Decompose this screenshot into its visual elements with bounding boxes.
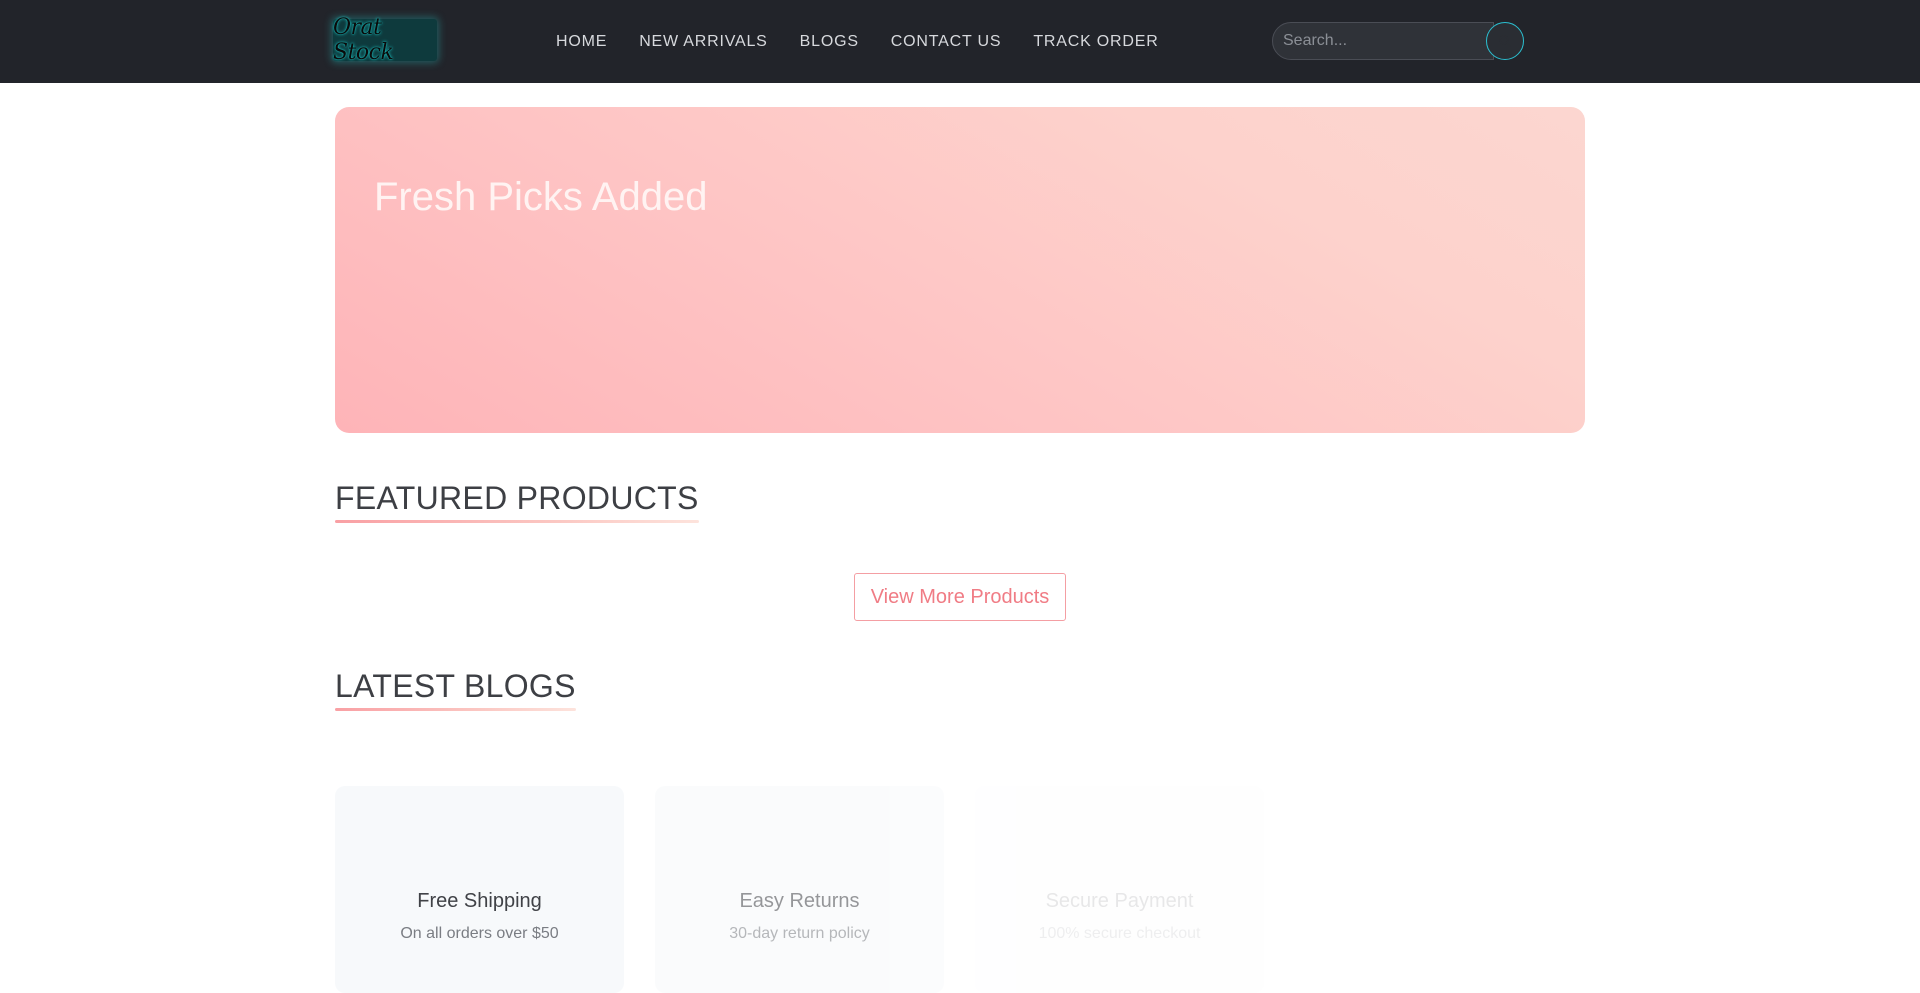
feature-card-easy-returns: Easy Returns 30-day return policy xyxy=(655,786,944,993)
search-icon xyxy=(1499,35,1512,48)
hero-banner: Fresh Picks Added xyxy=(335,107,1585,433)
top-navbar: Orat Stock HOME NEW ARRIVALS BLOGS CONTA… xyxy=(0,0,1920,83)
feature-title: Free Shipping xyxy=(417,890,542,912)
featured-products-heading: FEATURED PRODUCTS xyxy=(335,480,699,523)
feature-description: 30-day return policy xyxy=(729,925,870,942)
site-logo[interactable]: Orat Stock xyxy=(333,15,437,65)
search-bar xyxy=(1272,22,1524,60)
nav-contact-us-link[interactable]: CONTACT US xyxy=(891,33,1002,51)
search-input[interactable] xyxy=(1272,22,1494,60)
feature-title: Secure Payment xyxy=(1045,890,1194,912)
nav-home-link[interactable]: HOME xyxy=(556,33,607,51)
search-button[interactable] xyxy=(1486,22,1524,60)
feature-title: Easy Returns xyxy=(739,890,860,912)
hero-title: Fresh Picks Added xyxy=(374,175,708,219)
nav-blogs-link[interactable]: BLOGS xyxy=(800,33,859,51)
feature-description: On all orders over $50 xyxy=(400,925,559,942)
nav-track-order-link[interactable]: TRACK ORDER xyxy=(1033,33,1158,51)
latest-blogs-heading: LATEST BLOGS xyxy=(335,668,576,711)
view-more-products-button[interactable]: View More Products xyxy=(854,573,1066,621)
feature-description: 100% secure checkout xyxy=(1038,925,1201,942)
feature-card-free-shipping: Free Shipping On all orders over $50 xyxy=(335,786,624,993)
feature-card-secure-payment: Secure Payment 100% secure checkout xyxy=(975,786,1264,993)
nav-new-arrivals-link[interactable]: NEW ARRIVALS xyxy=(639,33,767,51)
main-nav: HOME NEW ARRIVALS BLOGS CONTACT US TRACK… xyxy=(556,0,1159,83)
